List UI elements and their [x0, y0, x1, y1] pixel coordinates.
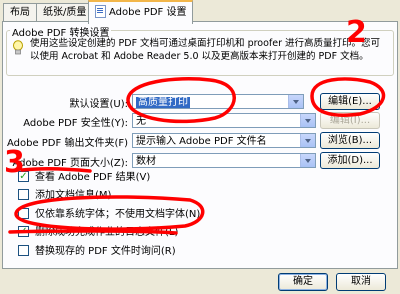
checkbox-label: 仅依靠系统字体；不使用文档字体(N)	[35, 209, 201, 220]
browse-button[interactable]: 浏览(B)...	[320, 132, 380, 149]
tab-label: 布局	[10, 7, 30, 18]
page-size-combo[interactable]: 数材	[132, 153, 316, 168]
delete-log-files-checkbox[interactable]: ✓	[18, 225, 29, 237]
output-folder-combo[interactable]: 提示输入 Adobe PDF 文件名	[132, 133, 316, 148]
security-combo[interactable]: 无	[132, 113, 316, 128]
delete-log-files-option[interactable]: ✓ 删除成功完成作业的日志文件(L)	[18, 225, 179, 240]
checkbox-label: 删除成功完成作业的日志文件(L)	[35, 227, 179, 238]
system-fonts-only-option[interactable]: 仅依靠系统字体；不使用文档字体(N)	[18, 207, 201, 222]
settings-description: 使用这些设定创建的 PDF 文档可通过桌面打印机和 proofer 进行高质量打…	[30, 38, 381, 62]
chevron-down-icon[interactable]	[300, 134, 315, 147]
page-size-value: 数材	[136, 156, 156, 167]
tab-paper-quality[interactable]: 纸张/质量	[36, 3, 94, 22]
chevron-down-icon[interactable]	[288, 95, 303, 108]
cancel-button[interactable]: 取消	[336, 273, 386, 291]
tab-label: Adobe PDF 设置	[109, 7, 187, 18]
tab-label: 纸张/质量	[43, 7, 87, 18]
ok-button[interactable]: 确定	[278, 273, 328, 291]
output-folder-value: 提示输入 Adobe PDF 文件名	[136, 136, 267, 147]
chevron-down-icon[interactable]	[300, 114, 315, 127]
system-fonts-only-checkbox[interactable]	[18, 207, 29, 219]
default-settings-value: 高质量打印	[136, 97, 190, 108]
lightbulb-icon	[13, 40, 23, 55]
document-icon	[95, 4, 106, 18]
ask-replace-checkbox[interactable]	[18, 244, 29, 256]
tab-adobe-pdf-settings[interactable]: Adobe PDF 设置	[88, 0, 194, 24]
default-settings-label: 默认设置(U):	[69, 99, 129, 110]
view-pdf-results-checkbox[interactable]: ✓	[18, 170, 29, 182]
checkbox-label: 查看 Adobe PDF 结果(V)	[35, 172, 151, 183]
default-settings-combo[interactable]: 高质量打印	[132, 94, 304, 109]
output-folder-label: Adobe PDF 输出文件夹(F)	[6, 138, 128, 149]
tab-layout[interactable]: 布局	[3, 3, 37, 22]
edit-default-settings-button[interactable]: 编辑(E)...	[320, 93, 380, 110]
chevron-down-icon[interactable]	[300, 154, 315, 167]
add-doc-info-option[interactable]: 添加文档信息(M)	[18, 188, 112, 203]
checkbox-label: 替换现存的 PDF 文件时询问(R)	[35, 246, 176, 257]
add-doc-info-checkbox[interactable]	[18, 188, 29, 200]
add-page-size-button[interactable]: 添加(D)...	[320, 152, 380, 169]
view-pdf-results-option[interactable]: ✓ 查看 Adobe PDF 结果(V)	[18, 170, 151, 185]
edit-security-button[interactable]: 编辑(I)...	[320, 112, 380, 129]
page-size-label: Adobe PDF 页面大小(Z):	[12, 158, 129, 169]
ask-replace-option[interactable]: 替换现存的 PDF 文件时询问(R)	[18, 244, 176, 259]
security-value: 无	[136, 116, 146, 127]
checkbox-label: 添加文档信息(M)	[35, 190, 112, 201]
security-label: Adobe PDF 安全性(Y):	[23, 118, 128, 129]
